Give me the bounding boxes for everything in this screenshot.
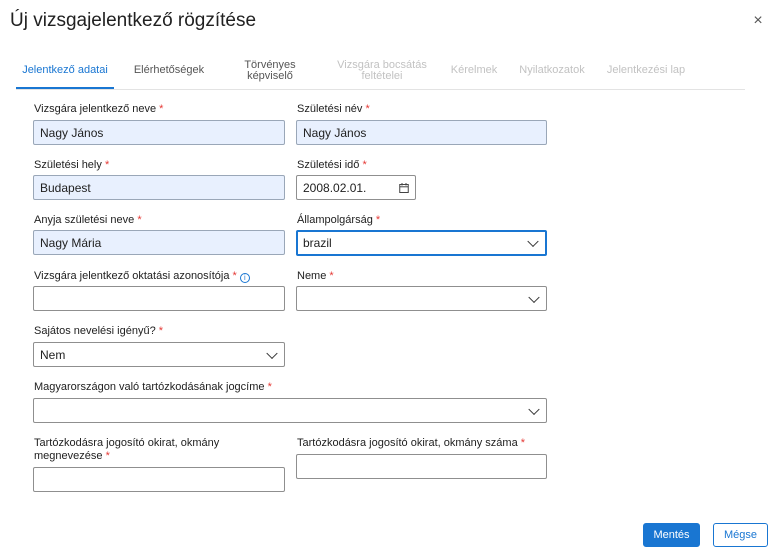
tab-vizsgara-bocsatas: Vizsgára bocsátás feltételei [337,58,427,82]
birth-place-label: Születési hely * [34,159,110,171]
education-id-field[interactable] [33,286,285,311]
residence-doc-number-field[interactable] [296,454,547,479]
birth-place-field[interactable]: Budapest [33,175,285,200]
chevron-down-icon [527,235,539,248]
residence-basis-label: Magyarországon való tartózkodásának jogc… [34,381,272,393]
close-icon[interactable]: × [750,12,766,30]
citizenship-select[interactable]: brazil [296,230,547,256]
chevron-down-icon [528,291,540,303]
info-icon[interactable]: i [239,273,250,283]
tab-divider [16,89,745,90]
birth-date-field[interactable]: 2008.02.01. [296,175,416,200]
residence-basis-select[interactable] [33,398,547,423]
mother-name-label: Anyja születési neve * [34,214,142,226]
tab-kerelmek: Kérelmek [450,64,498,76]
gender-select[interactable] [296,286,547,311]
birth-name-field[interactable]: Nagy János [296,120,547,145]
residence-doc-number-label: Tartózkodásra jogosító okirat, okmány sz… [297,437,526,449]
special-needs-label: Sajátos nevelési igényű? * [34,325,164,337]
name-label: Vizsgára jelentkező neve * [34,103,164,115]
birth-date-label: Születési idő * [297,159,367,171]
tab-jelentkezesi-lap: Jelentkezési lap [606,64,686,76]
residence-doc-name-field[interactable] [33,467,285,492]
mother-name-field[interactable]: Nagy Mária [33,230,285,255]
tab-elerhetosegek[interactable]: Elérhetőségek [124,52,214,89]
active-tab-indicator [16,87,114,89]
cancel-button[interactable]: Mégse [713,523,768,547]
education-id-label: Vizsgára jelentkező oktatási azonosítója… [34,270,250,283]
birth-name-label: Születési név * [297,103,370,115]
special-needs-select[interactable]: Nem [33,342,285,367]
tab-bar: Jelentkező adatai Elérhetőségek Törvénye… [0,52,776,90]
citizenship-label: Állampolgárság * [297,214,381,226]
residence-doc-name-label: Tartózkodásra jogosító okirat, okmány meg… [34,437,220,462]
dialog-title: Új vizsgajelentkező rögzítése [10,10,257,31]
chevron-down-icon [528,403,540,415]
save-button[interactable]: Mentés [643,523,700,547]
tab-torvenyes-kepviselo[interactable]: Törvényes képviselő [230,52,310,89]
name-field[interactable]: Nagy János [33,120,285,145]
tab-nyilatkozatok: Nyilatkozatok [519,64,585,76]
calendar-icon[interactable] [399,182,409,193]
tab-jelentkezo-adatai[interactable]: Jelentkező adatai [16,52,114,89]
gender-label: Neme * [297,270,334,282]
chevron-down-icon [266,347,278,359]
